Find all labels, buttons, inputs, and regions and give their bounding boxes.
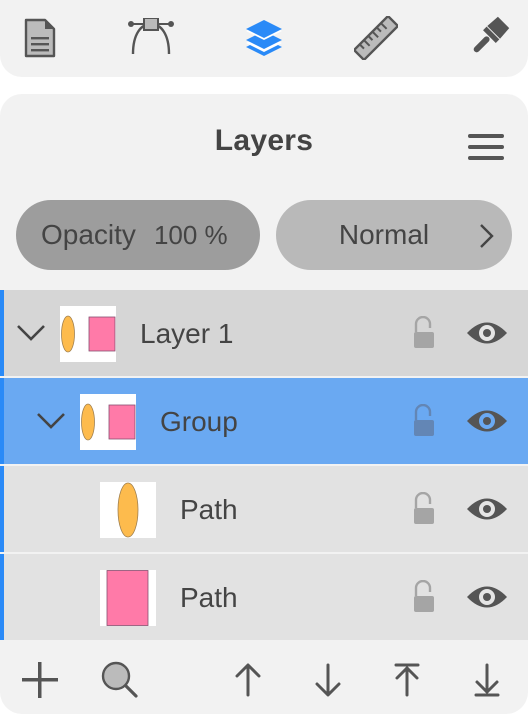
arrow-to-bottom-icon [474, 663, 500, 697]
layers-icon [246, 20, 282, 56]
panel-menu-button[interactable] [468, 130, 504, 160]
top-toolbar [0, 0, 528, 77]
move-up-button[interactable] [228, 660, 268, 700]
plus-icon [22, 662, 58, 698]
unlock-icon[interactable] [412, 492, 436, 526]
layers-panel: Layers Opacity 100 % Normal Layer 1 Grou… [0, 94, 528, 714]
hamburger-line [468, 156, 504, 160]
unlock-icon[interactable] [412, 316, 436, 350]
path-edit-tool-button[interactable] [126, 12, 178, 64]
layer-thumbnail [80, 394, 136, 450]
eye-icon[interactable] [466, 408, 508, 434]
layers-tool-button[interactable] [238, 12, 290, 64]
blend-mode-value: Normal [338, 219, 430, 250]
layer-row[interactable]: Path [0, 466, 528, 552]
document-tool-button[interactable] [14, 12, 66, 64]
eye-icon[interactable] [466, 584, 508, 610]
bezier-icon [128, 18, 174, 55]
arrow-down-icon [315, 663, 341, 697]
arrow-up-icon [235, 663, 261, 697]
brush-icon [473, 16, 510, 53]
brush-tool-button[interactable] [462, 12, 514, 64]
layer-name: Path [180, 494, 238, 525]
opacity-value: 100 % [153, 219, 228, 250]
unlock-icon[interactable] [412, 404, 436, 438]
ruler-icon [354, 16, 398, 60]
row-indicator [0, 554, 4, 640]
row-indicator [0, 466, 4, 552]
ellipse-rect-thumbnail-icon [81, 403, 136, 441]
search-layers-button[interactable] [100, 660, 140, 700]
arrow-to-top-icon [394, 663, 420, 697]
search-icon [101, 661, 138, 698]
layer-name: Layer 1 [140, 318, 234, 349]
add-layer-button[interactable] [20, 660, 60, 700]
document-icon [24, 18, 56, 58]
move-down-button[interactable] [308, 660, 348, 700]
panel-title: Layers [214, 124, 314, 157]
chevron-down-icon[interactable] [36, 412, 66, 430]
layer-row[interactable]: Path [0, 554, 528, 640]
ruler-tool-button[interactable] [350, 12, 402, 64]
ellipse-thumbnail-icon [117, 482, 139, 538]
layer-thumbnail [100, 570, 156, 626]
layer-name: Path [180, 582, 238, 613]
layer-actions-bar [0, 642, 528, 714]
move-to-top-button[interactable] [387, 660, 427, 700]
layer-name: Group [160, 406, 238, 437]
opacity-label: Opacity [41, 219, 136, 250]
layer-thumbnail [100, 482, 156, 538]
hamburger-line [468, 145, 504, 149]
unlock-icon[interactable] [412, 580, 436, 614]
eye-icon[interactable] [466, 496, 508, 522]
move-to-bottom-button[interactable] [467, 660, 507, 700]
rectangle-thumbnail-icon [106, 570, 149, 626]
chevron-down-icon[interactable] [16, 324, 46, 342]
opacity-control[interactable]: Opacity 100 % [16, 200, 260, 270]
hamburger-menu-icon [468, 134, 504, 138]
chevron-right-icon [480, 224, 494, 248]
layer-row[interactable]: Layer 1 [0, 290, 528, 376]
ellipse-rect-thumbnail-icon [61, 315, 116, 353]
eye-icon[interactable] [466, 320, 508, 346]
row-indicator [0, 290, 4, 376]
layer-row-selected[interactable]: Group [0, 378, 528, 464]
blend-mode-selector[interactable]: Normal [276, 200, 512, 270]
layer-thumbnail [60, 306, 116, 362]
row-indicator [0, 378, 4, 464]
